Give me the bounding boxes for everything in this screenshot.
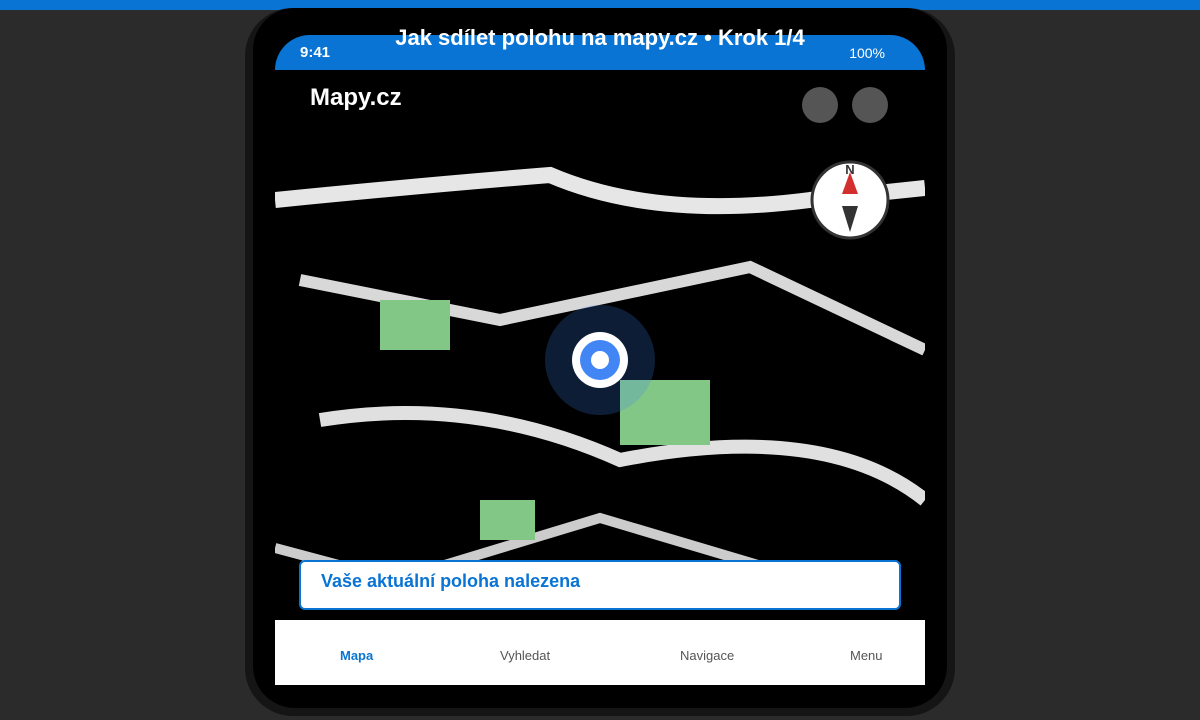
compass-north-label: N [845, 162, 854, 177]
map-park [380, 300, 450, 350]
compass-icon[interactable]: N [810, 160, 890, 240]
nav-item-vyhledat[interactable]: Vyhledat [500, 648, 550, 663]
nav-item-menu[interactable]: Menu [850, 648, 883, 663]
map-action-button[interactable] [852, 87, 888, 123]
guide-step-title: Jak sdílet polohu na mapy.cz • Krok 1/4 [395, 25, 805, 50]
map-park [480, 500, 535, 540]
current-location-marker[interactable] [545, 305, 655, 415]
nav-item-navigace[interactable]: Navigace [680, 648, 734, 663]
toast-message: Vaše aktuální poloha nalezena [321, 571, 581, 591]
location-dot-center [591, 351, 609, 369]
map-view[interactable] [275, 70, 925, 620]
bottom-navigation: Mapa Vyhledat Navigace Menu [275, 620, 925, 685]
app-title: Mapy.cz [310, 84, 402, 111]
nav-item-mapa[interactable]: Mapa [340, 648, 373, 663]
location-found-toast: Vaše aktuální poloha nalezena [299, 560, 901, 610]
map-action-button[interactable] [802, 87, 838, 123]
